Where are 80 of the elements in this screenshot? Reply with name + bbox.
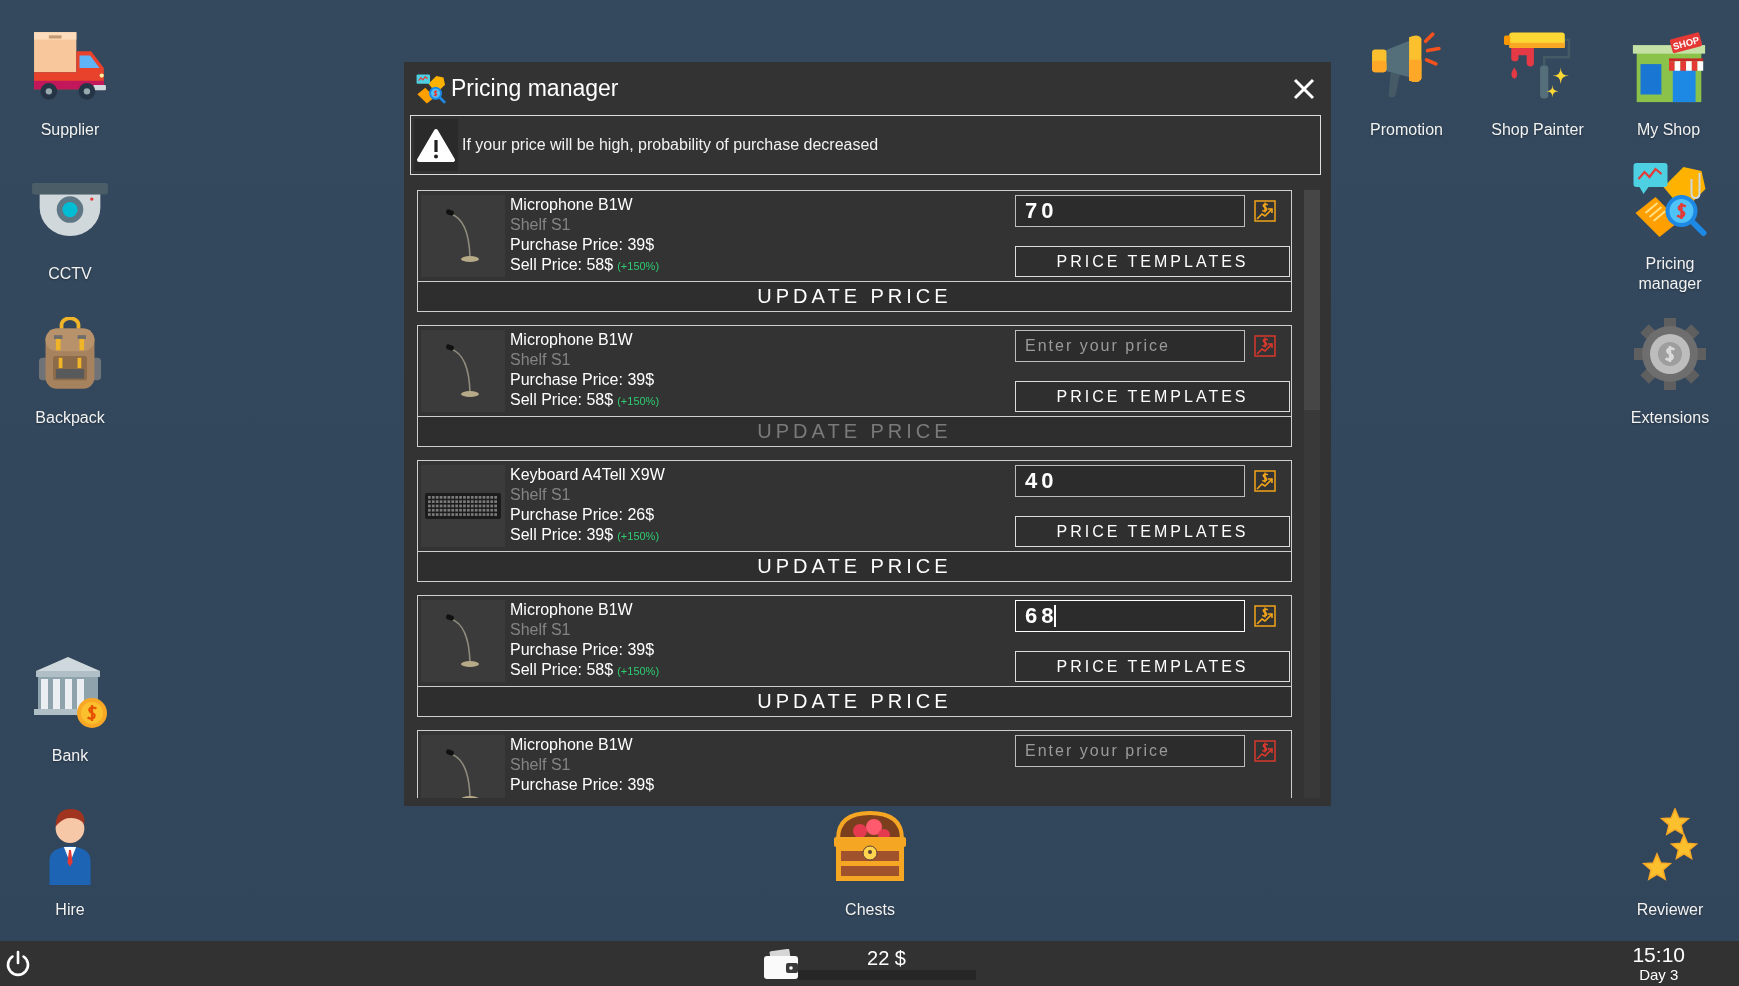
desktop-shortcut[interactable]: Backpack: [35, 312, 105, 428]
dollar-chart-icon[interactable]: [1254, 200, 1276, 222]
price-templates-button[interactable]: PRICE TEMPLATES: [1015, 651, 1290, 682]
backpack-icon: [38, 317, 102, 391]
markup-percent: (+150%): [617, 394, 660, 409]
price-templates-button[interactable]: PRICE TEMPLATES: [1015, 381, 1290, 412]
shelf-label: Shelf S1: [510, 485, 572, 505]
microphone-icon: [445, 208, 481, 264]
day-label: Day 3: [1639, 965, 1679, 984]
desktop-shortcut[interactable]: Bank: [32, 650, 108, 766]
price-field[interactable]: 70: [1015, 195, 1245, 227]
markup-percent: (+150%): [617, 529, 660, 544]
price-analysis-icon: [1632, 162, 1708, 238]
sell-price: Sell Price: 58$: [510, 390, 614, 410]
window-title: Pricing manager: [451, 75, 619, 102]
desktop-shortcut[interactable]: Supplier: [33, 24, 107, 140]
power-icon: [4, 949, 32, 978]
shop-sign-text: SHOP: [1671, 34, 1700, 52]
update-price-button[interactable]: UPDATE PRICE: [417, 686, 1292, 717]
price-field[interactable]: Enter your price: [1015, 330, 1245, 362]
bank-icon: [32, 655, 108, 729]
paint-roller-icon: [1503, 31, 1572, 101]
purchase-price: Purchase Price: 39$: [510, 235, 656, 255]
purchase-price: Purchase Price: 39$: [510, 775, 655, 795]
price-templates-button[interactable]: PRICE TEMPLATES: [1015, 246, 1290, 277]
shop-icon: [1632, 31, 1705, 103]
security-camera-icon: [32, 182, 108, 238]
clock-time: 15:10: [1632, 943, 1685, 966]
product-name: Microphone B1W: [510, 330, 634, 350]
shelf-label: Shelf S1: [510, 620, 572, 640]
megaphone-icon: [1370, 31, 1443, 101]
text-cursor-icon: [1054, 605, 1057, 627]
dollar-chart-icon[interactable]: [1254, 335, 1276, 357]
warning-icon: [414, 119, 458, 171]
price-field[interactable]: Enter your price: [1015, 735, 1245, 767]
dollar-chart-icon[interactable]: [1254, 740, 1276, 762]
microphone-icon: [445, 748, 481, 798]
microphone-icon: [445, 613, 481, 669]
desktop-shortcut[interactable]: Pricing manager: [1615, 158, 1725, 294]
shelf-label: Shelf S1: [510, 755, 572, 775]
product-name: Keyboard A4Tell X9W: [510, 465, 665, 485]
markup-percent: (+150%): [617, 664, 660, 679]
desktop-shortcut[interactable]: Extensions: [1630, 312, 1710, 428]
truck-icon: [33, 31, 107, 101]
close-icon: [1292, 76, 1316, 101]
price-field[interactable]: 68: [1015, 600, 1245, 632]
purchase-price: Purchase Price: 39$: [510, 640, 656, 660]
sell-price: Sell Price: 58$: [510, 255, 614, 275]
desktop-shortcut[interactable]: Shop Painter: [1491, 24, 1584, 140]
treasure-chest-icon: [832, 810, 908, 882]
sell-price: Sell Price: 39$: [510, 525, 614, 545]
shelf-label: Shelf S1: [510, 215, 572, 235]
keyboard-icon: [425, 493, 501, 519]
purchase-price: Purchase Price: 26$: [510, 505, 656, 525]
shelf-label: Shelf S1: [510, 350, 572, 370]
product-name: Microphone B1W: [510, 735, 634, 755]
product-name: Microphone B1W: [510, 600, 634, 620]
microphone-icon: [445, 343, 481, 399]
desktop-shortcut[interactable]: Chests: [832, 804, 908, 920]
price-templates-button[interactable]: PRICE TEMPLATES: [1015, 516, 1290, 547]
wallet-icon: [763, 948, 798, 979]
price-field[interactable]: 40: [1015, 465, 1245, 497]
markup-percent: (+150%): [617, 259, 660, 274]
desktop-shortcut[interactable]: SHOP My Shop: [1630, 24, 1707, 140]
desktop-shortcut[interactable]: Reviewer: [1636, 804, 1704, 920]
update-price-button[interactable]: UPDATE PRICE: [417, 551, 1292, 582]
dollar-chart-icon[interactable]: [1254, 605, 1276, 627]
dollar-chart-icon[interactable]: [1254, 470, 1276, 492]
product-name: Microphone B1W: [510, 195, 634, 215]
notice-text: If your price will be high, probability of purchase decreased: [462, 136, 879, 154]
desktop-shortcut[interactable]: Promotion: [1370, 24, 1443, 140]
person-icon: [48, 807, 92, 885]
balance-amount: 22 $: [867, 947, 906, 969]
dollar-gear-icon: [1634, 318, 1706, 390]
desktop-shortcut[interactable]: Hire: [48, 804, 92, 920]
desktop-shortcut[interactable]: CCTV: [32, 168, 108, 284]
sell-price: Sell Price: 58$: [510, 660, 614, 680]
update-price-button[interactable]: UPDATE PRICE: [417, 281, 1292, 312]
purchase-price: Purchase Price: 39$: [510, 370, 656, 390]
price-analysis-icon: [416, 73, 446, 104]
